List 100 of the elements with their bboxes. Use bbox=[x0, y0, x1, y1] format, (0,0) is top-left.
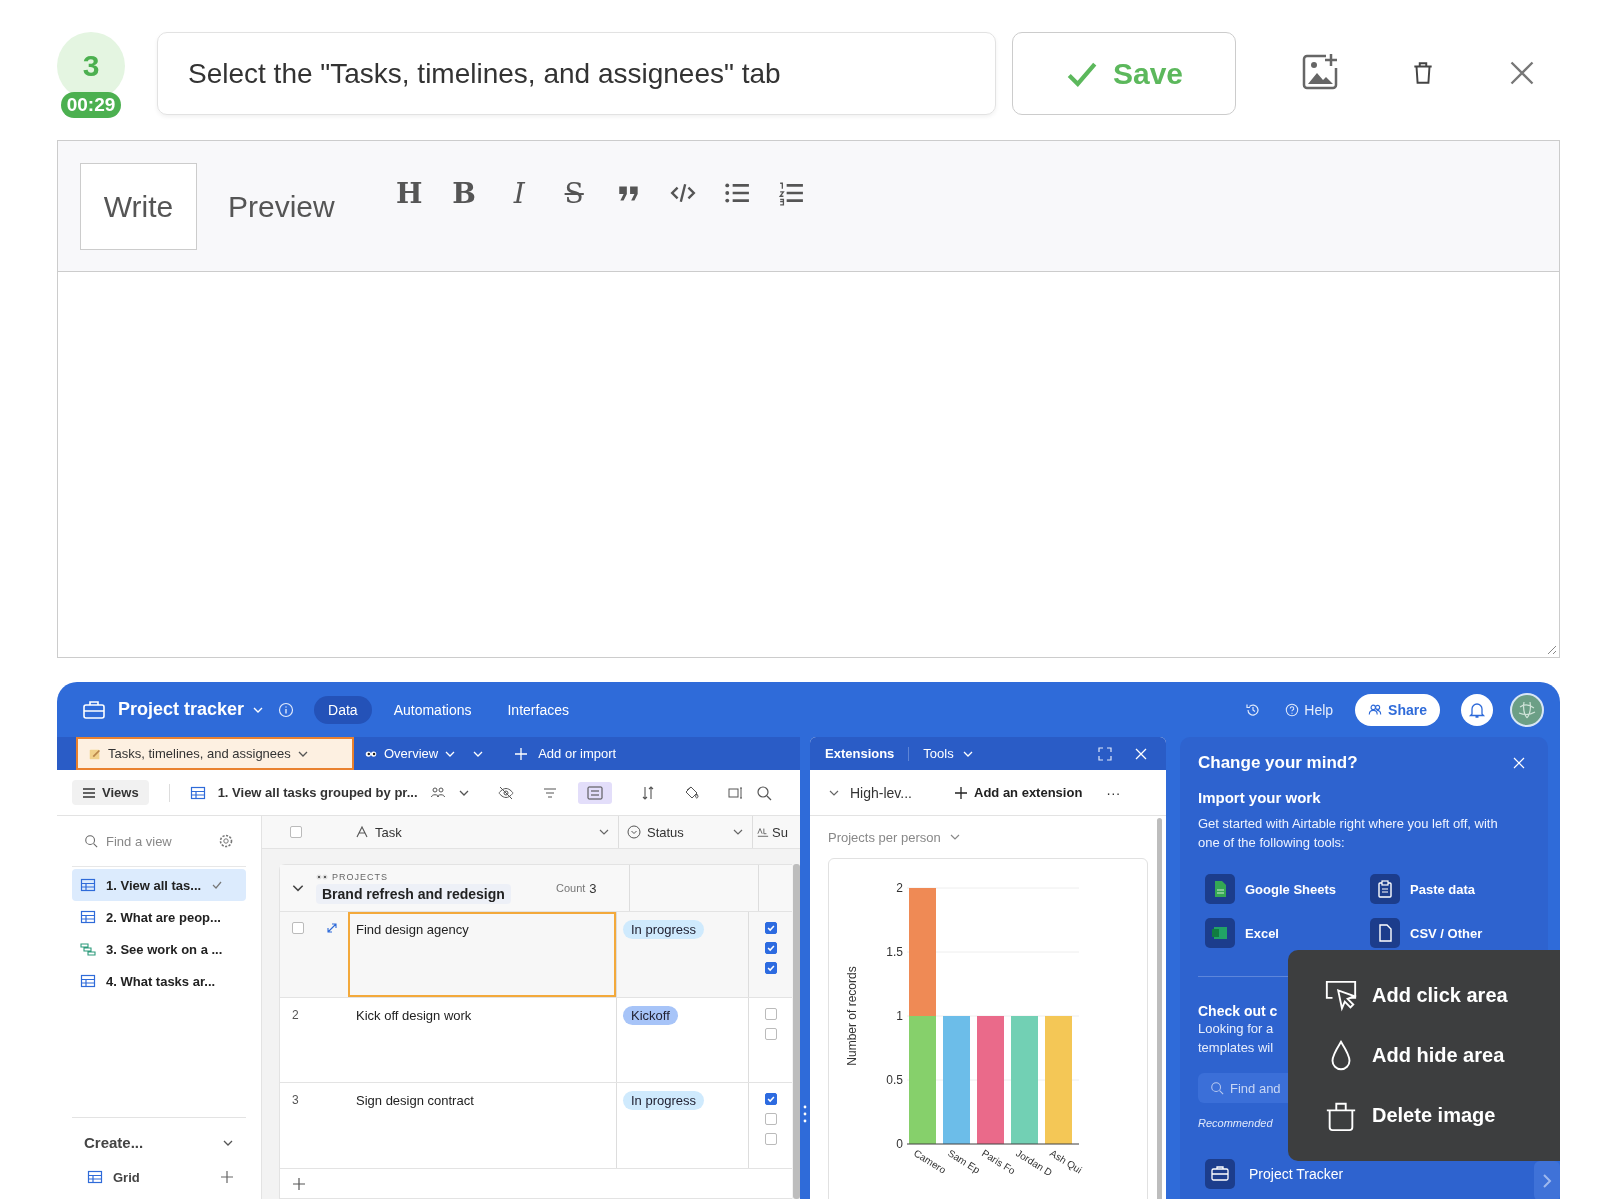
plus-icon bbox=[514, 746, 529, 761]
create-menu[interactable]: Create... bbox=[72, 1117, 246, 1151]
numbered-list-icon[interactable] bbox=[777, 180, 804, 206]
search-icon[interactable] bbox=[755, 784, 772, 801]
menu-item[interactable]: Add hide area bbox=[1324, 1038, 1560, 1073]
search-icon bbox=[84, 834, 98, 848]
view-item[interactable]: 4. What tasks ar... bbox=[72, 965, 246, 997]
row-height-icon[interactable] bbox=[727, 784, 744, 801]
checkbox[interactable] bbox=[765, 1007, 777, 1020]
avatar[interactable] bbox=[1510, 692, 1544, 727]
bell-icon[interactable] bbox=[1460, 692, 1494, 727]
table-cell[interactable]: Sign design contract bbox=[348, 1083, 616, 1169]
help-button[interactable]: Help bbox=[1285, 701, 1334, 718]
checkbox[interactable] bbox=[765, 942, 777, 955]
close-icon[interactable] bbox=[1508, 59, 1536, 87]
add-extension-button[interactable]: Add an extension bbox=[954, 785, 1083, 800]
table-cell[interactable]: Find design agency bbox=[348, 912, 616, 997]
select-all-checkbox[interactable] bbox=[289, 826, 302, 838]
expand-icon[interactable] bbox=[326, 922, 338, 935]
count-label: Count bbox=[556, 882, 586, 895]
column-header[interactable]: Status bbox=[619, 816, 753, 848]
search-icon bbox=[1210, 1081, 1224, 1095]
heading-button[interactable]: H bbox=[381, 176, 437, 210]
fullscreen-icon[interactable] bbox=[1098, 746, 1112, 761]
table-cell[interactable]: Kick off design work bbox=[348, 997, 616, 1083]
view-name[interactable]: 1. View all tasks grouped by pr... bbox=[217, 785, 418, 800]
plus-icon[interactable] bbox=[292, 1176, 306, 1191]
menu-icon bbox=[82, 785, 96, 800]
view-item[interactable]: 3. See work on a ... bbox=[72, 933, 246, 965]
people-icon bbox=[1368, 702, 1383, 717]
column-header[interactable]: Su bbox=[753, 816, 799, 848]
hide-fields-icon[interactable] bbox=[497, 784, 514, 801]
close-icon[interactable] bbox=[1512, 756, 1526, 770]
add-image-icon[interactable] bbox=[1300, 52, 1340, 92]
group-icon[interactable] bbox=[577, 781, 612, 804]
file-icon bbox=[1370, 918, 1400, 948]
grid-icon bbox=[80, 909, 96, 925]
history-icon[interactable] bbox=[1245, 701, 1262, 718]
resize-handle-icon[interactable] bbox=[803, 1104, 807, 1124]
y-tick-label: 1.5 bbox=[886, 945, 903, 959]
status-field-icon bbox=[627, 825, 641, 839]
scrollbar[interactable] bbox=[793, 864, 800, 1199]
views-button[interactable]: Views bbox=[72, 780, 149, 805]
group-name: Brand refresh and redesign bbox=[316, 884, 511, 905]
import-option[interactable]: CSV / Other bbox=[1370, 918, 1535, 948]
extension-name[interactable]: High-lev... bbox=[850, 784, 944, 801]
nav-tab[interactable]: Data bbox=[314, 695, 372, 724]
import-option[interactable]: Paste data bbox=[1370, 874, 1535, 904]
chart-selector[interactable]: Projects per person bbox=[828, 816, 1148, 858]
more-button[interactable]: ··· bbox=[1106, 784, 1121, 801]
editor-tab[interactable]: Preview bbox=[197, 163, 366, 250]
panel-title: Change your mind? bbox=[1198, 753, 1358, 773]
table-tab[interactable]: Tasks, timelines, and assignees bbox=[76, 737, 354, 770]
y-axis-title: Number of records bbox=[845, 966, 859, 1066]
nav-tab[interactable]: Automations bbox=[379, 695, 486, 724]
plus-icon bbox=[954, 785, 968, 800]
checkbox[interactable] bbox=[765, 1027, 777, 1040]
status-tag: Kickoff bbox=[623, 1005, 678, 1025]
clipboard-icon bbox=[1370, 874, 1400, 904]
resize-handle-icon[interactable] bbox=[1545, 643, 1557, 655]
section-title: Check out c bbox=[1198, 1003, 1278, 1019]
base-name[interactable]: Project tracker bbox=[118, 699, 245, 720]
grid-icon bbox=[80, 973, 96, 989]
timer: 00:29 bbox=[60, 92, 122, 118]
tools-menu[interactable]: Tools bbox=[923, 746, 974, 761]
share-button[interactable]: Share bbox=[1355, 693, 1440, 726]
bold-button[interactable]: B bbox=[436, 176, 492, 210]
view-item[interactable]: 1. View all tas... bbox=[72, 869, 246, 901]
checkbox[interactable] bbox=[765, 922, 777, 935]
checkbox[interactable] bbox=[765, 962, 777, 975]
find-view-field[interactable]: Find a view bbox=[84, 833, 210, 849]
table-tab[interactable]: Overview bbox=[354, 737, 467, 770]
menu-item[interactable]: Delete image bbox=[1324, 1098, 1560, 1133]
nav-tab[interactable]: Interfaces bbox=[493, 695, 583, 724]
menu-item[interactable]: Add click area bbox=[1324, 978, 1560, 1013]
checkbox[interactable] bbox=[765, 1133, 777, 1146]
row-checkbox[interactable] bbox=[292, 922, 304, 935]
add-or-import-button[interactable]: Add or import bbox=[514, 746, 617, 761]
y-tick-label: 1 bbox=[896, 1009, 903, 1023]
checkbox[interactable] bbox=[765, 1093, 777, 1106]
description: Get started with Airtable right where you left off, with one of the following tools: bbox=[1198, 815, 1499, 852]
paint-bucket-icon[interactable] bbox=[683, 784, 700, 801]
editor-tab[interactable]: Write bbox=[80, 163, 197, 250]
y-tick-label: 0.5 bbox=[886, 1073, 903, 1087]
instruction-field[interactable]: Select the "Tasks, timelines, and assignees" tab bbox=[157, 32, 996, 115]
checkbox[interactable] bbox=[765, 1113, 777, 1126]
extensions-title[interactable]: Extensions bbox=[825, 746, 895, 761]
import-option[interactable]: Google Sheets bbox=[1205, 874, 1370, 904]
italic-button[interactable]: I bbox=[491, 176, 547, 210]
view-item[interactable]: 2. What are peop... bbox=[72, 901, 246, 933]
scrollbar[interactable] bbox=[1157, 818, 1162, 1199]
strikethrough-button[interactable]: S bbox=[546, 176, 602, 210]
info-icon[interactable] bbox=[278, 701, 295, 718]
import-option[interactable]: Excel bbox=[1205, 918, 1370, 948]
column-header[interactable]: Task bbox=[329, 816, 619, 848]
long-text-icon bbox=[757, 826, 769, 838]
settings-icon[interactable] bbox=[218, 833, 234, 849]
close-icon[interactable] bbox=[1134, 746, 1148, 761]
create-grid-item[interactable]: Grid bbox=[72, 1151, 246, 1185]
status-tag: In progress bbox=[623, 920, 705, 940]
